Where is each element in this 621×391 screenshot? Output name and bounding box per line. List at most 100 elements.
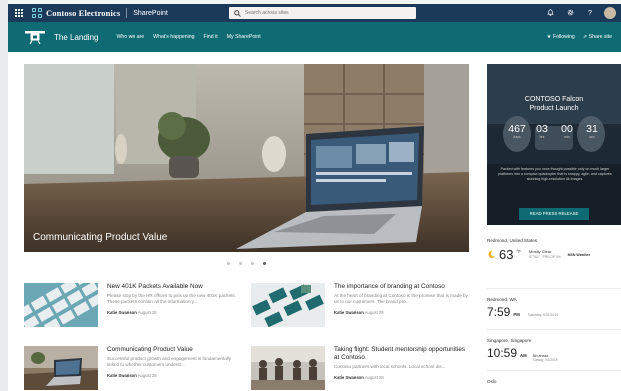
suite-bar: Contoso Electronics SharePoint ? — [8, 4, 621, 22]
news-author: Katie Swanson — [334, 310, 364, 315]
countdown-banner: CONTOSO Falcon Product Launch 467 days 03… — [487, 64, 621, 225]
countdown-value: 00 — [561, 123, 573, 135]
hero-caption: Communicating Product Value — [33, 232, 168, 243]
nav-my-sharepoint[interactable]: My SharePoint — [227, 34, 261, 40]
weather-precip: PRECIP 0% — [542, 255, 561, 259]
clock-time: 10:59 — [487, 346, 518, 360]
countdown-label: sec — [589, 135, 595, 139]
news-meta: Katie Swanson August 28 — [107, 310, 244, 315]
weather-unit[interactable]: °F — [516, 249, 521, 254]
clock-location: Oslo — [487, 379, 497, 384]
promo-title: CONTOSO Falcon Product Launch — [487, 95, 621, 113]
promo-title-line1: CONTOSO Falcon — [524, 96, 584, 103]
contoso-logo-icon — [32, 7, 43, 19]
news-date: August 28 — [364, 310, 384, 315]
news-item[interactable]: Communicating Product Value Successful p… — [24, 346, 244, 391]
promo-title-line2: Product Launch — [529, 105, 579, 112]
news-date: August 28 — [364, 375, 384, 380]
nav-find-it[interactable]: Find it — [204, 34, 218, 40]
weather-widget: Redmond, United States 63 °F Mostly Clea… — [487, 238, 621, 274]
site-nav: Who we are What's happening Find it My S… — [116, 34, 260, 40]
carousel-dot[interactable] — [227, 262, 230, 265]
news-excerpt: Contoso partners with local schools. Loc… — [334, 364, 446, 369]
clock-date: Saturday, 8/31/2019 — [527, 313, 559, 317]
countdown-value: 03 — [536, 123, 548, 135]
news-title[interactable]: Taking flight: Student mentorship opport… — [334, 346, 471, 362]
brand-logo[interactable]: Contoso Electronics — [30, 7, 121, 19]
weather-condition: Mostly Clear — [529, 249, 552, 254]
countdown-value: 31 — [586, 123, 598, 135]
news-item[interactable]: Taking flight: Student mentorship opport… — [251, 346, 471, 391]
weather-location: Redmond, United States — [487, 238, 538, 243]
clock-location: Singapore, Singapore — [487, 338, 532, 343]
news-meta: Katie Swanson August 28 — [334, 310, 471, 315]
weather-source[interactable]: MSN Weather — [568, 253, 591, 257]
countdown-label: min — [564, 135, 570, 139]
news-author: Katie Swanson — [107, 310, 137, 315]
site-title[interactable]: The Landing — [54, 33, 98, 42]
news-title[interactable]: Communicating Product Value — [107, 346, 244, 354]
clock-date: Sunday, 9/1/2019 — [532, 358, 558, 362]
hero-image[interactable]: Communicating Product Value — [24, 64, 469, 252]
window-edge — [0, 0, 8, 391]
countdown-label: days — [513, 135, 521, 139]
news-thumbnail — [24, 346, 98, 390]
drone-logo-icon[interactable] — [24, 28, 46, 46]
promo-description: Packed with features you once thought po… — [498, 167, 612, 181]
countdown-minutes: 00 min — [557, 123, 577, 139]
hero-photo — [24, 64, 469, 252]
nav-whats-happening[interactable]: What's happening — [153, 34, 194, 40]
clock-ampm: AM — [520, 353, 527, 358]
news-date: August 28 — [137, 310, 157, 315]
news-thumbnail — [24, 283, 98, 327]
countdown-value: 467 — [508, 123, 526, 135]
gear-icon[interactable] — [560, 9, 580, 18]
search-input[interactable] — [245, 10, 395, 16]
share-site-button[interactable]: ⇗ Share site — [583, 34, 612, 40]
follow-button[interactable]: ★ Following — [547, 34, 575, 40]
news-excerpt: Successful product growth and engagement… — [107, 356, 232, 367]
search-icon — [234, 9, 241, 17]
news-meta: Katie Swanson August 28 — [107, 373, 244, 378]
news-title[interactable]: New 401K Packets Available Now — [107, 283, 244, 291]
app-name[interactable]: SharePoint — [133, 10, 168, 17]
world-clock-oslo: Oslo — [487, 370, 621, 384]
countdown-timer: 467 days 03 hrs 00 min 31 sec — [507, 123, 602, 139]
avatar[interactable] — [604, 7, 616, 19]
news-title[interactable]: The importance of branding at Contoso — [334, 283, 471, 291]
clock-time: 7:59 — [487, 305, 511, 319]
drone-photo — [487, 64, 621, 225]
world-clock-redmond: Redmond, WA 7:59 PM Saturday, 8/31/2019 — [487, 288, 621, 319]
countdown-label: hrs — [539, 135, 545, 139]
countdown-hours: 03 hrs — [532, 123, 552, 139]
news-thumbnail — [251, 346, 325, 390]
carousel-pager — [227, 262, 266, 265]
brand-name: Contoso Electronics — [46, 8, 121, 18]
moon-icon — [488, 250, 496, 259]
clock-location: Redmond, WA — [487, 297, 517, 302]
news-thumbnail — [251, 283, 325, 327]
nav-who-we-are[interactable]: Who we are — [116, 34, 144, 40]
help-icon[interactable]: ? — [580, 10, 600, 17]
news-item[interactable]: New 401K Packets Available Now Please st… — [24, 283, 244, 329]
carousel-dot[interactable] — [251, 262, 254, 265]
news-meta: Katie Swanson August 28 — [334, 375, 471, 380]
news-excerpt: At the heart of branding at Contoso is t… — [334, 293, 468, 304]
share-label: Share site — [588, 34, 612, 40]
suite-divider — [126, 8, 128, 18]
search-box[interactable] — [229, 7, 416, 19]
carousel-dot-active[interactable] — [263, 262, 266, 265]
app-launcher-icon[interactable] — [8, 4, 30, 22]
news-item[interactable]: The importance of branding at Contoso At… — [251, 283, 471, 329]
clock-ampm: PM — [513, 312, 520, 317]
news-excerpt: Please stop by the HR offices to pick up… — [107, 293, 236, 304]
page-content: Communicating Product Value New 401K Pac… — [8, 52, 621, 391]
countdown-days: 467 days — [507, 123, 527, 139]
star-icon: ★ — [546, 34, 552, 40]
bell-icon[interactable] — [540, 8, 560, 18]
read-press-release-button[interactable]: READ PRESS RELEASE — [519, 208, 589, 220]
carousel-dot[interactable] — [239, 262, 242, 265]
weather-hilo: 57°/62° — [529, 255, 540, 259]
follow-label: Following — [552, 34, 575, 40]
site-header: The Landing Who we are What's happening … — [8, 22, 621, 52]
